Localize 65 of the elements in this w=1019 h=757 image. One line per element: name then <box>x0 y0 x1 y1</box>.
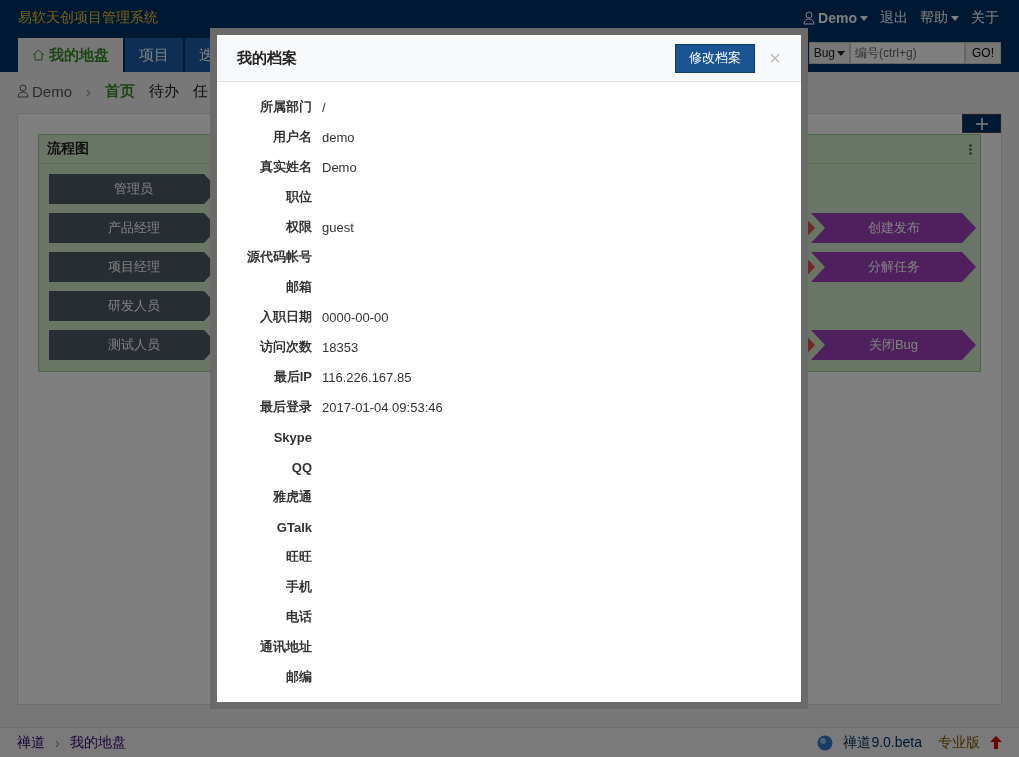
panel-title: 流程图 <box>47 140 89 158</box>
field-label: 用户名 <box>272 128 312 146</box>
field-label: 通讯地址 <box>259 638 312 656</box>
field-value: 18353 <box>322 339 360 355</box>
user-icon <box>17 84 29 98</box>
field-label: Skype <box>272 429 312 445</box>
breadcrumb-link[interactable]: 首页 <box>105 81 135 101</box>
field-label: 最后IP <box>272 368 312 386</box>
field-label: GTalk <box>275 519 312 535</box>
field-value: 116.226.167.85 <box>322 369 413 385</box>
field-label: QQ <box>290 459 312 475</box>
user-icon <box>803 11 816 25</box>
field-label: 入职日期 <box>259 308 312 326</box>
field-value: Demo <box>322 159 358 175</box>
user-menu[interactable]: Demo <box>803 10 868 26</box>
caret-icon <box>837 50 845 56</box>
caret-icon <box>860 15 868 21</box>
field-label: 邮箱 <box>285 278 312 296</box>
field-value: / <box>322 99 327 115</box>
more-icon[interactable] <box>969 143 972 155</box>
field-label: 最后登录 <box>259 398 312 416</box>
field-label: 雅虎通 <box>272 488 312 506</box>
edit-profile-button[interactable]: 修改档案 <box>675 43 756 73</box>
edition-link[interactable]: 专业版 <box>938 733 980 752</box>
field-label: 真实姓名 <box>259 158 312 176</box>
dialog-title: 我的档案 <box>237 48 298 68</box>
field-value: guest <box>322 219 355 235</box>
footer-link[interactable]: 我的地盘 <box>69 733 126 752</box>
field-value: demo <box>322 129 356 145</box>
version-link[interactable]: 禅道9.0.beta <box>843 733 922 752</box>
type-select[interactable]: Bug <box>808 42 850 64</box>
help-menu[interactable]: 帮助 <box>920 9 959 27</box>
globe-icon <box>817 734 834 751</box>
flow-step: 创建发布 <box>811 213 976 243</box>
field-label: 所属部门 <box>259 98 312 116</box>
field-label: 职位 <box>285 188 312 206</box>
breadcrumb-link[interactable]: 任 <box>193 81 208 101</box>
nav-tab[interactable]: 项目 <box>125 38 183 72</box>
logout-link[interactable]: 退出 <box>880 9 908 27</box>
breadcrumb-user[interactable]: Demo <box>17 82 72 100</box>
search-field[interactable]: 编号(ctrl+g) <box>850 42 965 64</box>
about-link[interactable]: 关于 <box>971 9 999 27</box>
breadcrumb-separator: › <box>86 82 91 100</box>
up-arrow-icon <box>990 736 1002 749</box>
field-label: 源代码帐号 <box>246 248 312 266</box>
field-value: 2017-01-04 09:53:46 <box>322 399 444 415</box>
field-label: 权限 <box>285 218 312 236</box>
go-button[interactable]: GO! <box>965 42 1001 64</box>
nav-tab[interactable]: 我的地盘 <box>18 38 123 72</box>
breadcrumb-link[interactable]: 待办 <box>149 81 179 101</box>
field-label: 旺旺 <box>285 548 312 566</box>
plus-icon <box>975 117 988 130</box>
caret-icon <box>951 15 959 21</box>
add-button[interactable] <box>962 114 1001 133</box>
footer-link[interactable]: 禅道 <box>17 733 45 752</box>
field-value: 0000-00-00 <box>322 309 390 325</box>
breadcrumb-separator: › <box>55 734 60 751</box>
flow-step: 关闭Bug <box>811 330 976 360</box>
home-icon <box>32 49 45 61</box>
field-label: 访问次数 <box>258 338 312 356</box>
app-title: 易软天创项目管理系统 <box>18 9 159 27</box>
field-label: 邮编 <box>285 668 312 686</box>
field-label: 手机 <box>285 578 312 596</box>
field-label: 电话 <box>285 608 312 626</box>
flow-step: 分解任务 <box>811 252 976 282</box>
